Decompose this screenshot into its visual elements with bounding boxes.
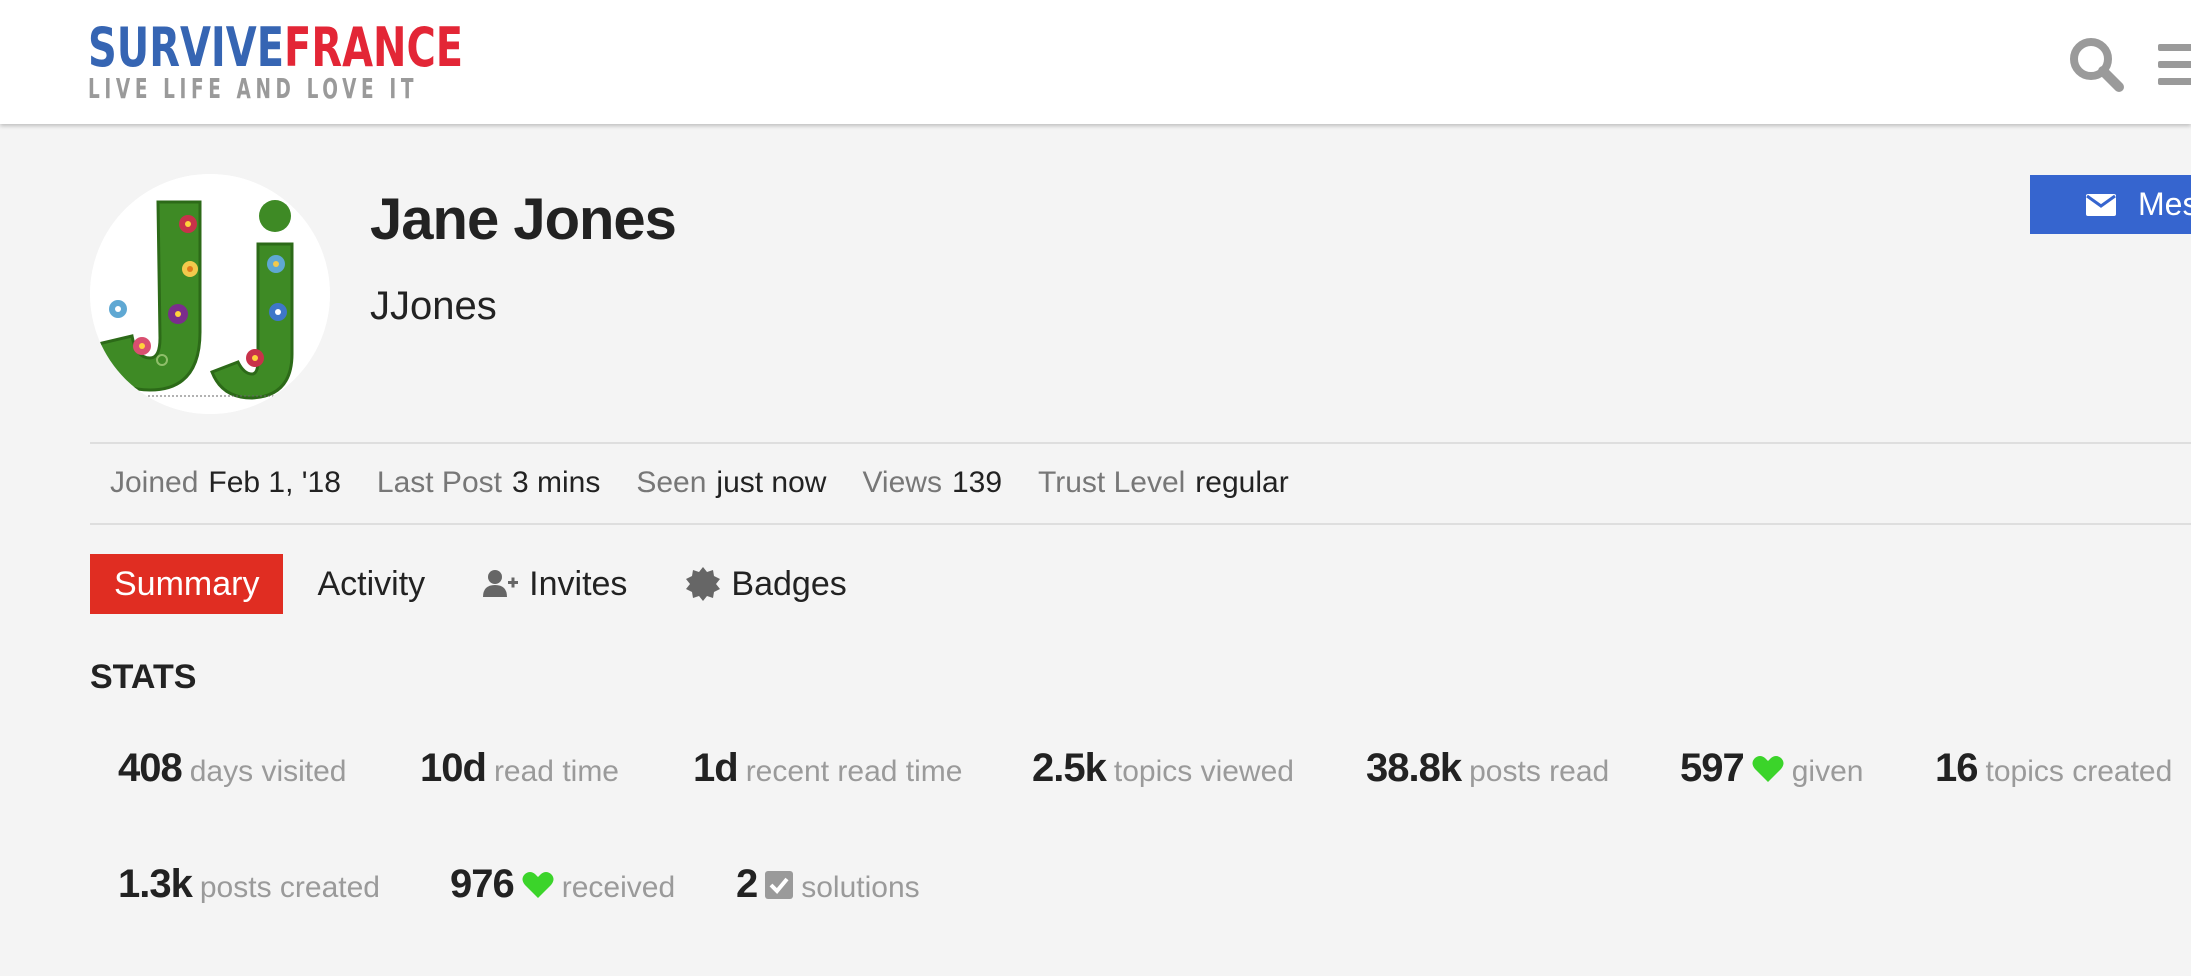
meta-views: Views 139 (862, 466, 1002, 500)
tab-invites[interactable]: Invites (483, 554, 627, 614)
stat-value: 2.5k (1032, 746, 1107, 790)
meta-value: Feb 1, '18 (208, 466, 341, 499)
tab-label: Badges (731, 564, 847, 603)
user-avatar[interactable] (90, 174, 330, 414)
user-profile-page: Jane Jones JJones Mes Joined Feb 1, '18 L… (0, 124, 2191, 976)
search-icon (2070, 38, 2124, 92)
stat-topics-viewed: 2.5k topics viewed (1032, 746, 1294, 791)
meta-value: just now (716, 466, 827, 499)
tab-label: Invites (529, 564, 628, 603)
stat-topics-created: 16 topics created (1935, 746, 2172, 791)
message-button[interactable]: Mes (2030, 175, 2191, 234)
user-plus-icon (483, 570, 519, 597)
stat-label: posts read (1469, 755, 1610, 788)
meta-divider-top (90, 442, 2191, 444)
stat-label: topics viewed (1113, 755, 1294, 788)
stat-label: given (1791, 755, 1864, 788)
heart-icon (522, 871, 554, 898)
stat-likes-given: 597 given (1680, 746, 1863, 791)
logo-tagline: LIVE LIFE AND LOVE IT (88, 72, 419, 105)
meta-label: Joined (110, 466, 199, 499)
stat-value: 38.8k (1366, 746, 1462, 790)
stat-label: received (561, 871, 676, 904)
envelope-icon (2086, 193, 2116, 216)
stat-label: recent read time (745, 755, 963, 788)
stat-read-time: 10d read time (420, 746, 619, 791)
stat-label: posts created (199, 871, 380, 904)
tab-activity[interactable]: Activity (317, 554, 425, 614)
meta-trust-level: Trust Level regular (1038, 466, 1289, 500)
meta-value: 139 (951, 466, 1003, 499)
meta-seen: Seen just now (636, 466, 826, 500)
tab-label: Summary (114, 564, 260, 603)
site-logo[interactable]: SURVIVEFRANCE LIVE LIFE AND LOVE IT (88, 20, 504, 106)
site-header: SURVIVEFRANCE LIVE LIFE AND LOVE IT (0, 0, 2191, 124)
meta-value[interactable]: 3 mins (512, 466, 600, 499)
hamburger-menu-icon (2158, 44, 2191, 85)
user-username: JJones (370, 284, 497, 328)
stat-value: 1.3k (118, 862, 193, 906)
user-meta-bar: Joined Feb 1, '18 Last Post 3 mins Seen jus… (110, 466, 1325, 500)
meta-label: Trust Level (1038, 466, 1186, 499)
meta-label: Seen (636, 466, 707, 499)
logo-wordmark: SURVIVEFRANCE (88, 20, 463, 76)
tab-badges[interactable]: Badges (685, 554, 847, 614)
stat-posts-read: 38.8k posts read (1366, 746, 1609, 791)
stat-label: solutions (801, 871, 920, 904)
stat-posts-created: 1.3k posts created (118, 862, 380, 907)
stat-recent-read-time: 1d recent read time (693, 746, 962, 791)
message-button-label: Mes (2138, 186, 2191, 222)
avatar-grass-letters-jj (90, 174, 330, 414)
meta-label: Views (862, 466, 942, 499)
logo-word-survive: SURVIVE (88, 16, 285, 79)
meta-value[interactable]: regular (1195, 466, 1288, 499)
meta-last-post: Last Post 3 mins (377, 466, 600, 500)
stat-value: 976 (450, 862, 515, 906)
stat-label: days visited (189, 755, 347, 788)
stat-value: 408 (118, 746, 183, 790)
stat-likes-received: 976 received (450, 862, 675, 907)
stat-value: 16 (1935, 746, 1978, 790)
meta-label: Last Post (376, 466, 502, 499)
profile-tabs: Summary Activity Invites Badges (90, 554, 847, 614)
stat-days-visited: 408 days visited (118, 746, 347, 791)
meta-joined: Joined Feb 1, '18 (110, 466, 341, 500)
logo-word-france: FRANCE (284, 16, 464, 79)
stats-heading: STATS (90, 658, 197, 696)
stat-value: 1d (693, 746, 739, 790)
tab-label: Activity (317, 564, 426, 603)
stat-value: 10d (420, 746, 487, 790)
user-full-name: Jane Jones (370, 187, 677, 252)
search-button[interactable] (2066, 34, 2126, 94)
meta-divider-bottom (90, 523, 2191, 525)
stat-value: 2 (736, 862, 758, 906)
checkbox-icon (765, 870, 794, 899)
heart-icon (1752, 755, 1784, 782)
hamburger-menu-button[interactable] (2158, 42, 2191, 88)
stat-label: read time (493, 755, 619, 788)
stat-label: topics created (1985, 755, 2173, 788)
badge-icon (686, 567, 721, 601)
tab-summary[interactable]: Summary (90, 554, 284, 614)
stat-solutions: 2 solutions (736, 862, 920, 907)
stat-value: 597 (1680, 746, 1745, 790)
